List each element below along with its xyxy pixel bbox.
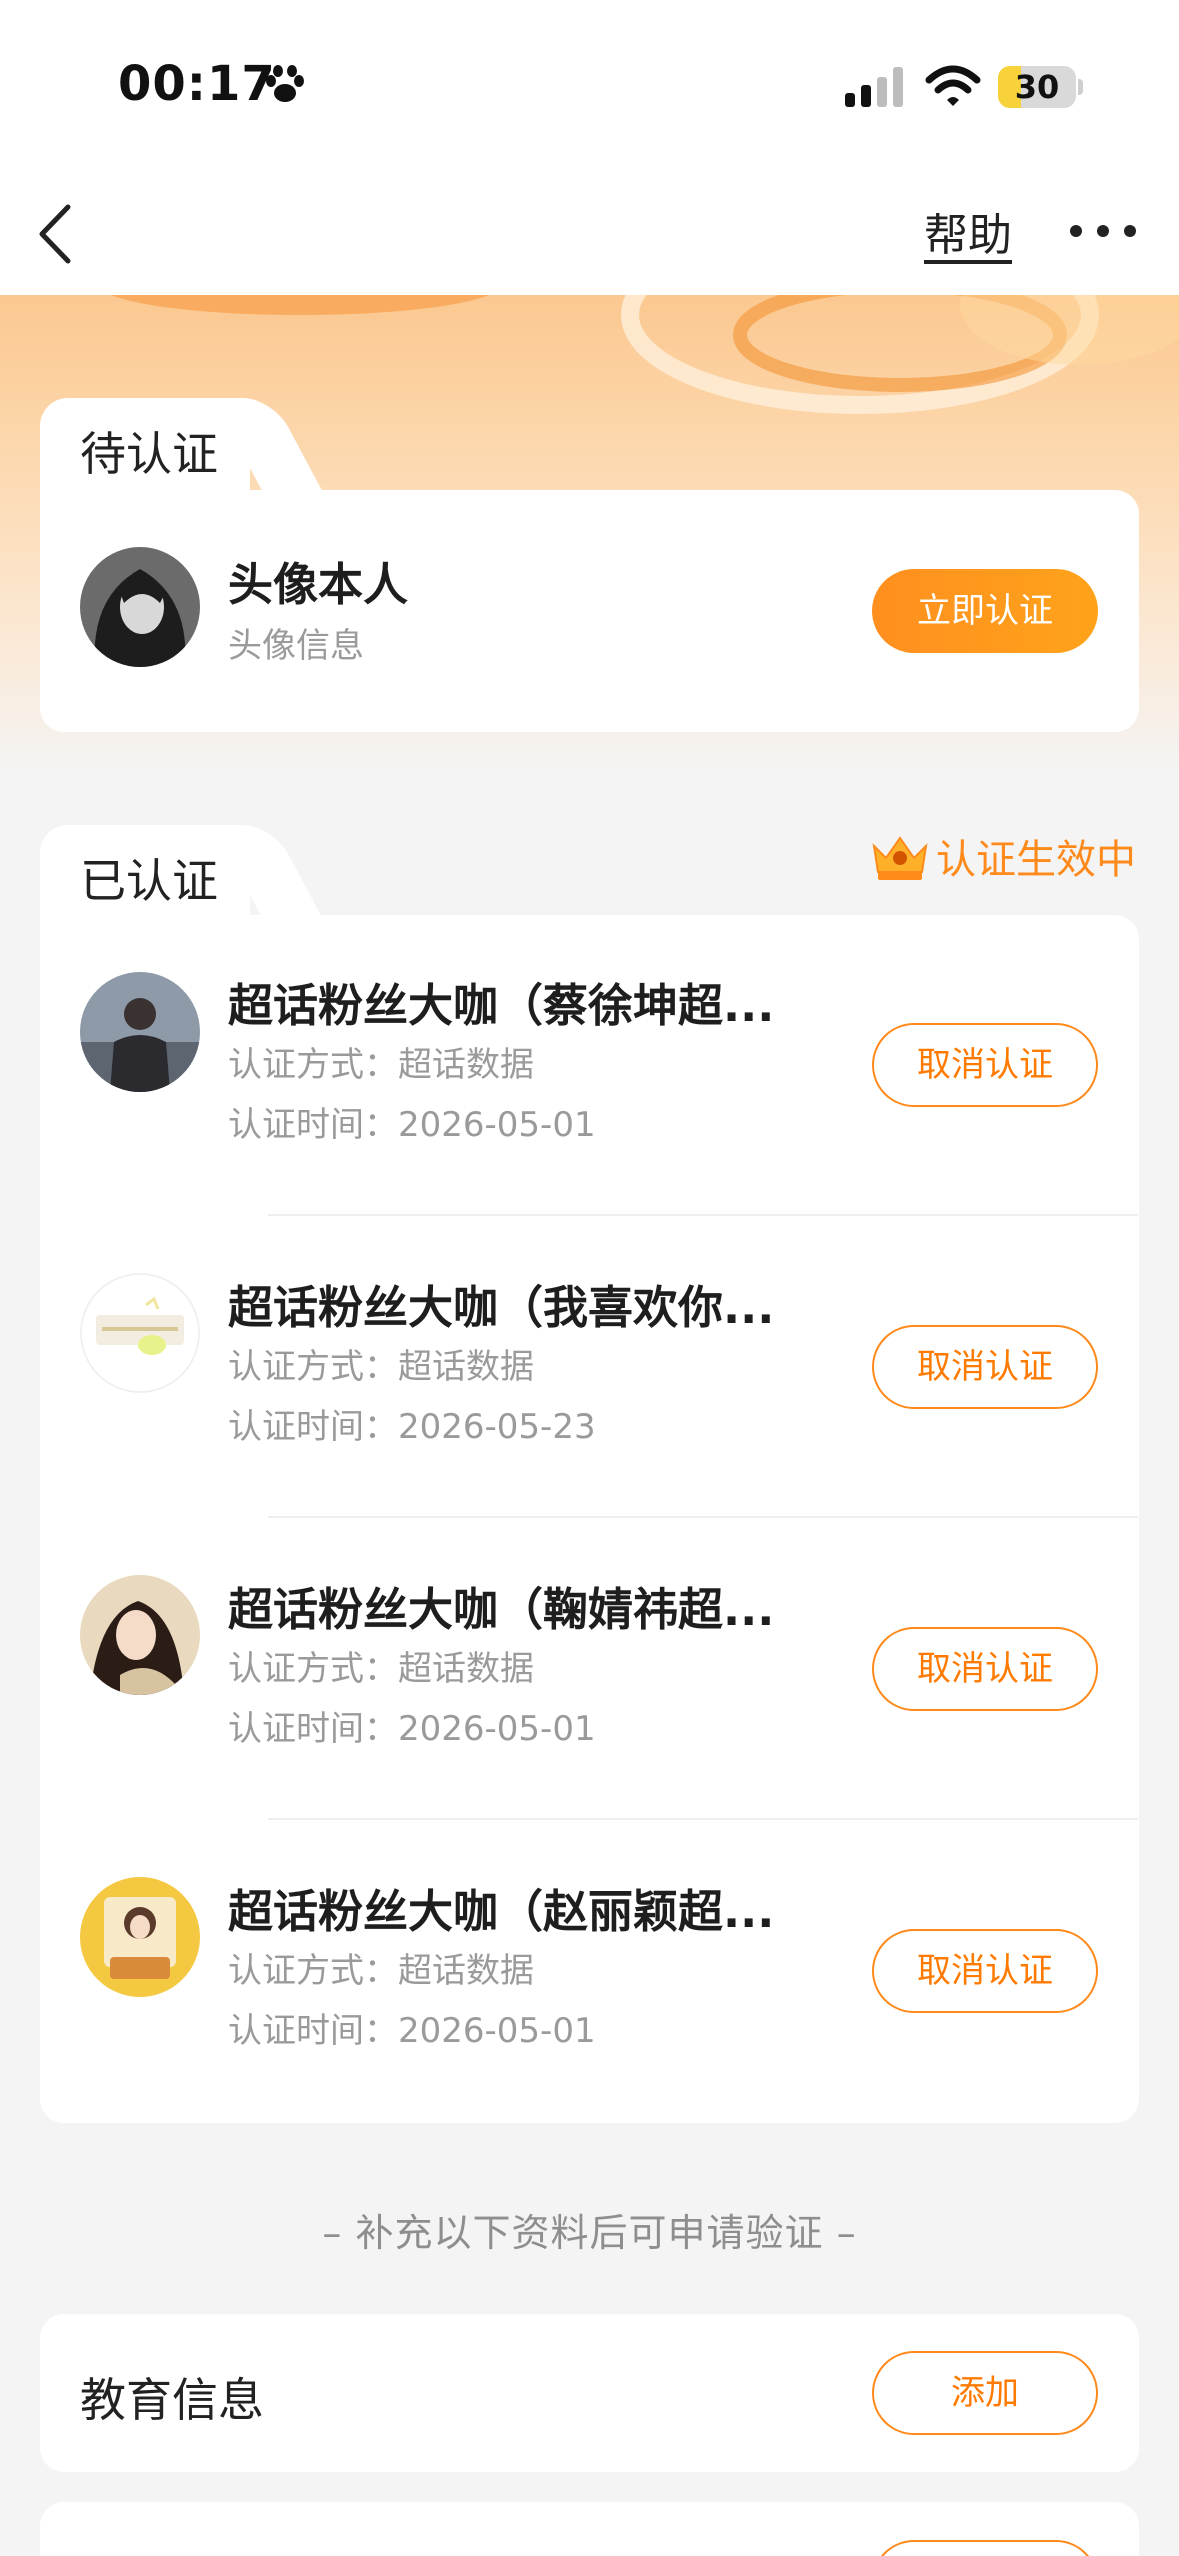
status-bar: 00:17 30 — [0, 0, 1179, 175]
divider — [268, 1516, 1138, 1518]
status-time: 00:17 — [118, 56, 276, 112]
add-education-button[interactable]: 添加 — [872, 2351, 1098, 2435]
avatar — [80, 547, 200, 667]
verified-item-method: 认证方式：超话数据 — [228, 1045, 534, 1085]
verification-active-status: 认证生效中 — [870, 826, 1136, 886]
battery-icon: 30 — [998, 66, 1076, 108]
avatar — [80, 1273, 200, 1393]
verified-item-method: 认证方式：超话数据 — [228, 1649, 534, 1689]
pending-tab-label: 待认证 — [80, 427, 218, 481]
verified-item-time: 认证时间：2026-05-01 — [228, 2011, 596, 2051]
cancel-verification-button[interactable]: 取消认证 — [872, 1023, 1098, 1107]
verified-card: 超话粉丝大咖（蔡徐坤超... 认证方式：超话数据 认证时间：2026-05-01… — [40, 915, 1139, 2123]
verified-item-method: 认证方式：超话数据 — [228, 1347, 534, 1387]
more-icon[interactable] — [1068, 211, 1138, 251]
nav-bar: 帮助 — [0, 175, 1179, 295]
supplement-hint: – 补充以下资料后可申请验证 – — [322, 2211, 857, 2255]
battery-cap — [1078, 79, 1083, 95]
education-label: 教育信息 — [80, 2373, 264, 2427]
crown-icon — [872, 836, 928, 880]
pending-card: 头像本人 头像信息 立即认证 — [40, 490, 1139, 732]
verified-item-time: 认证时间：2026-05-01 — [228, 1105, 596, 1145]
avatar — [80, 1877, 200, 1997]
wifi-icon — [925, 65, 981, 106]
divider — [268, 1214, 1138, 1216]
signal-icon — [845, 67, 903, 107]
verified-item-method: 认证方式：超话数据 — [228, 1951, 534, 1991]
avatar — [80, 972, 200, 1092]
verify-now-button[interactable]: 立即认证 — [872, 569, 1098, 653]
pending-item-title: 头像本人 — [228, 558, 409, 611]
verified-item-title: 超话粉丝大咖（鞠婧祎超... — [228, 1583, 775, 1636]
pending-item-subtitle: 头像信息 — [228, 626, 364, 666]
verified-tab-label: 已认证 — [80, 854, 218, 908]
cancel-verification-button[interactable]: 取消认证 — [872, 1627, 1098, 1711]
cancel-verification-button[interactable]: 取消认证 — [872, 1325, 1098, 1409]
divider — [268, 1818, 1138, 1820]
avatar — [80, 1575, 200, 1695]
add-button[interactable] — [872, 2540, 1098, 2556]
paw-icon — [266, 65, 304, 102]
verified-item-time: 认证时间：2026-05-01 — [228, 1709, 596, 1749]
verified-item-title: 超话粉丝大咖（蔡徐坤超... — [228, 979, 775, 1032]
battery-percent: 30 — [1014, 68, 1060, 106]
verified-item-title: 超话粉丝大咖（我喜欢你... — [228, 1281, 775, 1334]
verification-active-label: 认证生效中 — [936, 837, 1136, 883]
back-icon[interactable] — [30, 199, 80, 269]
help-link[interactable]: 帮助 — [924, 199, 1012, 263]
verified-item-title: 超话粉丝大咖（赵丽颖超... — [228, 1885, 775, 1938]
education-card: 教育信息 添加 — [40, 2314, 1139, 2472]
cancel-verification-button[interactable]: 取消认证 — [872, 1929, 1098, 2013]
verified-item-time: 认证时间：2026-05-23 — [228, 1407, 596, 1447]
next-info-card — [40, 2502, 1139, 2556]
